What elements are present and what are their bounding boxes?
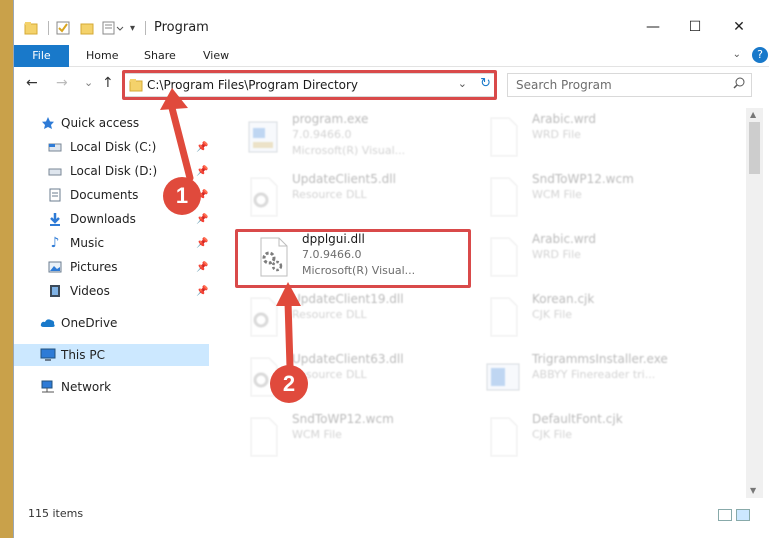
- step-2-badge: 2: [270, 365, 308, 403]
- annotation-arrows: [160, 88, 301, 371]
- step-1-badge: 1: [163, 177, 201, 215]
